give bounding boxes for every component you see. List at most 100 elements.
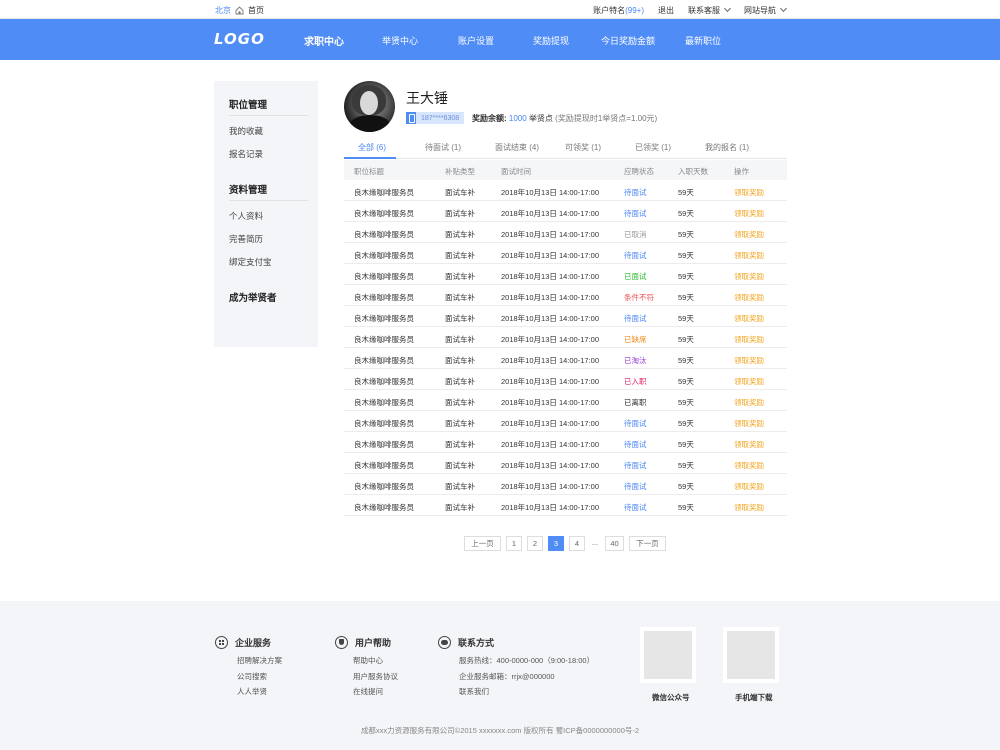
claim-reward-link[interactable]: 领取奖励 — [734, 418, 764, 429]
claim-reward-link[interactable]: 领取奖励 — [734, 271, 764, 282]
cell-status: 已面试 — [624, 272, 647, 281]
cell-title[interactable]: 良木缘咖啡服务员 — [354, 313, 414, 324]
service-dropdown[interactable]: 联系客服 — [688, 4, 732, 16]
nav-item-today-reward[interactable]: 今日奖励金额 — [601, 34, 655, 47]
cell-title[interactable]: 良木缘咖啡服务员 — [354, 481, 414, 492]
cell-status: 待面试 — [624, 440, 647, 449]
claim-reward-link[interactable]: 领取奖励 — [734, 439, 764, 450]
cell-time: 2018年10月13日 14:00-17:00 — [501, 293, 599, 302]
page-ellipsis: ... — [591, 538, 599, 547]
claim-reward-link[interactable]: 领取奖励 — [734, 355, 764, 366]
home-link[interactable]: 首页 — [248, 5, 264, 16]
claim-reward-link[interactable]: 领取奖励 — [734, 187, 764, 198]
tab-claimed[interactable]: 已领奖 (1) — [635, 142, 671, 153]
footer-link[interactable]: 公司搜索 — [237, 671, 267, 682]
claim-reward-link[interactable]: 领取奖励 — [734, 481, 764, 492]
cell-title[interactable]: 良木缘咖啡服务员 — [354, 397, 414, 408]
cell-title[interactable]: 良木缘咖啡服务员 — [354, 187, 414, 198]
table-row: 良木缘咖啡服务员 面试车补 2018年10月13日 14:00-17:00 待面试 59… — [344, 201, 787, 222]
claim-reward-link[interactable]: 领取奖励 — [734, 292, 764, 303]
cell-time: 2018年10月13日 14:00-17:00 — [501, 482, 599, 491]
logo[interactable]: LOGO — [214, 30, 265, 48]
cell-title[interactable]: 良木缘咖啡服务员 — [354, 292, 414, 303]
claim-reward-link[interactable]: 领取奖励 — [734, 502, 764, 513]
claim-reward-link[interactable]: 领取奖励 — [734, 313, 764, 324]
cell-type: 面试车补 — [445, 293, 475, 302]
nav-item-withdraw[interactable]: 奖励提现 — [533, 34, 569, 47]
nav-item-job-center[interactable]: 求职中心 — [304, 33, 344, 48]
cell-title[interactable]: 良木缘咖啡服务员 — [354, 208, 414, 219]
sidebar-group-referrer[interactable]: 成为举贤者 — [229, 290, 277, 304]
cell-time: 2018年10月13日 14:00-17:00 — [501, 398, 599, 407]
sidebar-item-favorites[interactable]: 我的收藏 — [229, 125, 263, 137]
claim-reward-link[interactable]: 领取奖励 — [734, 229, 764, 240]
cell-days: 59天 — [678, 230, 694, 239]
footer-link[interactable]: 联系我们 — [459, 686, 489, 697]
cell-title[interactable]: 良木缘咖啡服务员 — [354, 418, 414, 429]
cell-type: 面试车补 — [445, 314, 475, 323]
nav-item-account-settings[interactable]: 账户设置 — [458, 34, 494, 47]
footer-link[interactable]: 在线提问 — [353, 686, 383, 697]
logout-link[interactable]: 退出 — [658, 5, 674, 16]
cell-type: 面试车补 — [445, 272, 475, 281]
claim-reward-link[interactable]: 领取奖励 — [734, 376, 764, 387]
page-button-1[interactable]: 1 — [506, 536, 522, 551]
claim-reward-link[interactable]: 领取奖励 — [734, 250, 764, 261]
sidebar-group-profile: 资料管理 — [229, 185, 268, 196]
footer-link[interactable]: 帮助中心 — [353, 655, 383, 666]
sidebar-item-personal-info[interactable]: 个人资料 — [229, 210, 263, 222]
sidebar-item-alipay[interactable]: 绑定支付宝 — [229, 256, 272, 268]
cell-title[interactable]: 良木缘咖啡服务员 — [354, 355, 414, 366]
cell-title[interactable]: 良木缘咖啡服务员 — [354, 271, 414, 282]
claim-reward-link[interactable]: 领取奖励 — [734, 460, 764, 471]
claim-reward-link[interactable]: 领取奖励 — [734, 334, 764, 345]
cell-type: 面试车补 — [445, 461, 475, 470]
prev-page-button[interactable]: 上一页 — [464, 536, 501, 551]
footer-link[interactable]: 人人举贤 — [237, 686, 267, 697]
nav-item-referral-center[interactable]: 举贤中心 — [382, 34, 418, 47]
tab-my-signups[interactable]: 我的报名 (1) — [705, 142, 749, 153]
cell-title[interactable]: 良木缘咖啡服务员 — [354, 229, 414, 240]
next-page-button[interactable]: 下一页 — [629, 536, 666, 551]
cell-type: 面试车补 — [445, 209, 475, 218]
cell-days: 59天 — [678, 419, 694, 428]
account-link[interactable]: 账户特名(99+) — [593, 5, 644, 16]
cell-days: 59天 — [678, 209, 694, 218]
cell-title[interactable]: 良木缘咖啡服务员 — [354, 250, 414, 261]
page-button-4[interactable]: 4 — [569, 536, 585, 551]
cell-status: 已离职 — [624, 398, 647, 407]
nav-item-latest-jobs[interactable]: 最新职位 — [685, 34, 721, 47]
page-button-40[interactable]: 40 — [605, 536, 624, 551]
cell-title[interactable]: 良木缘咖啡服务员 — [354, 439, 414, 450]
page-button-3[interactable]: 3 — [548, 536, 564, 551]
site-nav-dropdown[interactable]: 网站导航 — [744, 4, 788, 16]
page-button-2[interactable]: 2 — [527, 536, 543, 551]
cell-type: 面试车补 — [445, 251, 475, 260]
cell-title[interactable]: 良木缘咖啡服务员 — [354, 334, 414, 345]
city-selector[interactable]: 北京 — [215, 5, 231, 16]
home-icon[interactable] — [235, 6, 244, 15]
claim-reward-link[interactable]: 领取奖励 — [734, 397, 764, 408]
footer-link[interactable]: 用户服务协议 — [353, 671, 398, 682]
cell-title[interactable]: 良木缘咖啡服务员 — [354, 502, 414, 513]
sidebar-item-resume[interactable]: 完善简历 — [229, 233, 263, 245]
column-header-title: 职位标题 — [354, 167, 384, 176]
pagination: 上一页 1 2 3 4 ... 40 下一页 — [0, 536, 1000, 551]
cell-type: 面试车补 — [445, 482, 475, 491]
tab-claimable[interactable]: 可领奖 (1) — [565, 142, 601, 153]
table-row: 良木缘咖啡服务员 面试车补 2018年10月13日 14:00-17:00 已离职 59… — [344, 390, 787, 411]
column-header-time: 面试时间 — [501, 167, 531, 176]
claim-reward-link[interactable]: 领取奖励 — [734, 208, 764, 219]
tab-all[interactable]: 全部 (6) — [358, 142, 386, 153]
account-name: 账户特名 — [593, 6, 626, 15]
cell-title[interactable]: 良木缘咖啡服务员 — [354, 460, 414, 471]
service-label: 联系客服 — [688, 6, 720, 15]
cell-days: 59天 — [678, 377, 694, 386]
shield-icon — [335, 636, 348, 649]
tab-interview-ended[interactable]: 面试结束 (4) — [495, 142, 539, 153]
tab-pending-interview[interactable]: 待面试 (1) — [425, 142, 461, 153]
cell-title[interactable]: 良木缘咖啡服务员 — [354, 376, 414, 387]
sidebar-item-signups[interactable]: 报名记录 — [229, 148, 263, 160]
footer-email: 企业服务邮箱：rrjx@000000 — [459, 672, 555, 681]
footer-link[interactable]: 招聘解决方案 — [237, 655, 282, 666]
